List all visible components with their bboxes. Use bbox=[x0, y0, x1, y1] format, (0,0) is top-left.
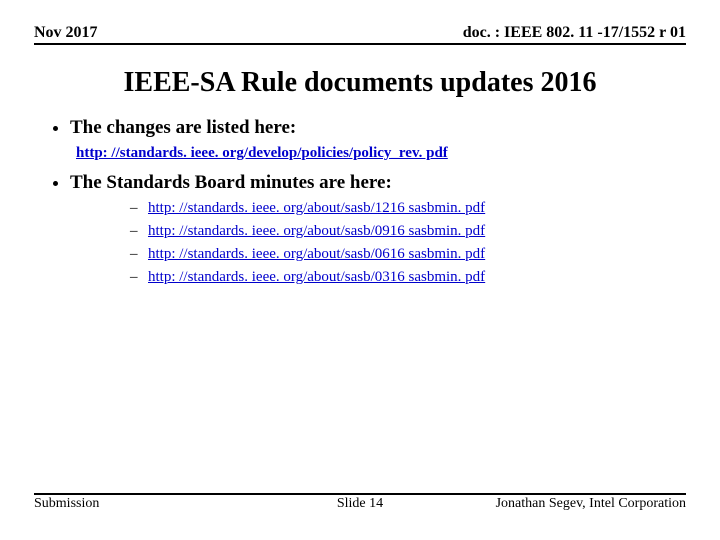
bullet-changes-text: The changes are listed here: bbox=[70, 117, 296, 138]
content-list-2: The Standards Board minutes are here: –h… bbox=[38, 172, 686, 286]
header-date: Nov 2017 bbox=[34, 24, 98, 42]
footer-author: Jonathan Segev, Intel Corporation bbox=[496, 496, 686, 512]
policy-rev-link[interactable]: http: //standards. ieee. org/develop/pol… bbox=[76, 145, 448, 162]
minutes-link-1216[interactable]: http: //standards. ieee. org/about/sasb/… bbox=[148, 200, 485, 216]
footer: Submission Slide 14 Jonathan Segev, Inte… bbox=[34, 493, 686, 512]
dash-icon: – bbox=[130, 269, 148, 286]
minutes-link-0316[interactable]: http: //standards. ieee. org/about/sasb/… bbox=[148, 269, 485, 285]
list-item: –http: //standards. ieee. org/about/sasb… bbox=[130, 200, 686, 217]
header-doc-id: doc. : IEEE 802. 11 -17/1552 r 01 bbox=[463, 24, 686, 42]
footer-slide-number: Slide 14 bbox=[337, 496, 383, 512]
bullet-minutes: The Standards Board minutes are here: –h… bbox=[70, 172, 686, 286]
bullet-minutes-text: The Standards Board minutes are here: bbox=[70, 172, 392, 193]
dash-icon: – bbox=[130, 223, 148, 240]
header: Nov 2017 doc. : IEEE 802. 11 -17/1552 r … bbox=[34, 24, 686, 45]
minutes-link-0916[interactable]: http: //standards. ieee. org/about/sasb/… bbox=[148, 223, 485, 239]
page-title: IEEE-SA Rule documents updates 2016 bbox=[34, 67, 686, 99]
footer-left: Submission bbox=[34, 496, 99, 512]
minutes-links-list: –http: //standards. ieee. org/about/sasb… bbox=[130, 200, 686, 286]
dash-icon: – bbox=[130, 246, 148, 263]
minutes-link-0616[interactable]: http: //standards. ieee. org/about/sasb/… bbox=[148, 246, 485, 262]
list-item: –http: //standards. ieee. org/about/sasb… bbox=[130, 223, 686, 240]
content-list: The changes are listed here: bbox=[38, 117, 686, 139]
list-item: –http: //standards. ieee. org/about/sasb… bbox=[130, 246, 686, 263]
list-item: –http: //standards. ieee. org/about/sasb… bbox=[130, 269, 686, 286]
dash-icon: – bbox=[130, 200, 148, 217]
bullet-changes: The changes are listed here: bbox=[70, 117, 686, 139]
